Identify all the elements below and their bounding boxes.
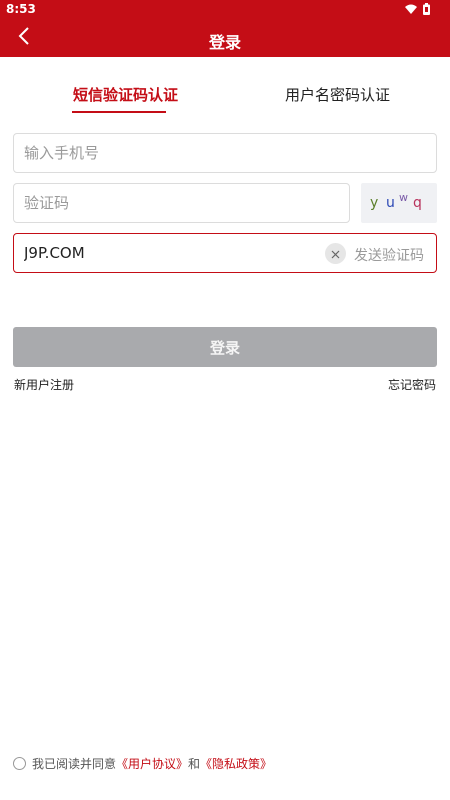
register-link[interactable]: 新用户注册 <box>14 376 74 393</box>
status-time: 8:53 <box>6 2 36 16</box>
phone-field-box <box>13 133 437 173</box>
status-icons <box>405 3 430 15</box>
captcha-field-box <box>13 183 350 223</box>
app-header: 登录 <box>0 20 450 57</box>
privacy-policy-link[interactable]: 《隐私政策》 <box>200 755 272 772</box>
sms-code-field-box: 发送验证码 <box>13 233 437 273</box>
clear-input-button[interactable] <box>325 243 346 264</box>
agreement-and: 和 <box>188 756 201 771</box>
user-agreement-link[interactable]: 《用户协议》 <box>116 755 188 772</box>
captcha-char: w <box>399 191 408 204</box>
status-bar: 8:53 <box>0 0 450 20</box>
wifi-icon <box>405 4 417 14</box>
agree-radio[interactable] <box>13 756 26 770</box>
close-icon <box>331 244 340 263</box>
agreement-prefix: 我已阅读并同意 <box>32 756 117 771</box>
forgot-password-link[interactable]: 忘记密码 <box>388 376 436 393</box>
captcha-char: u <box>386 195 395 211</box>
auth-tabs: 短信验证码认证 用户名密码认证 <box>0 57 450 117</box>
phone-input[interactable] <box>14 134 436 172</box>
captcha-image[interactable]: y u w q <box>361 183 437 223</box>
tab-sms-auth[interactable]: 短信验证码认证 <box>73 84 178 105</box>
captcha-char: q <box>413 195 422 211</box>
active-tab-indicator <box>72 111 166 113</box>
login-button[interactable]: 登录 <box>13 327 437 367</box>
battery-icon <box>423 3 430 15</box>
page-title: 登录 <box>208 33 241 52</box>
tab-password-auth[interactable]: 用户名密码认证 <box>285 84 390 105</box>
sms-code-input[interactable] <box>14 234 314 272</box>
send-code-button[interactable]: 发送验证码 <box>354 245 424 265</box>
agreement-row: 我已阅读并同意 《用户协议》 和 《隐私政策》 <box>13 754 272 772</box>
captcha-input[interactable] <box>14 184 349 222</box>
captcha-char: y <box>370 195 379 211</box>
